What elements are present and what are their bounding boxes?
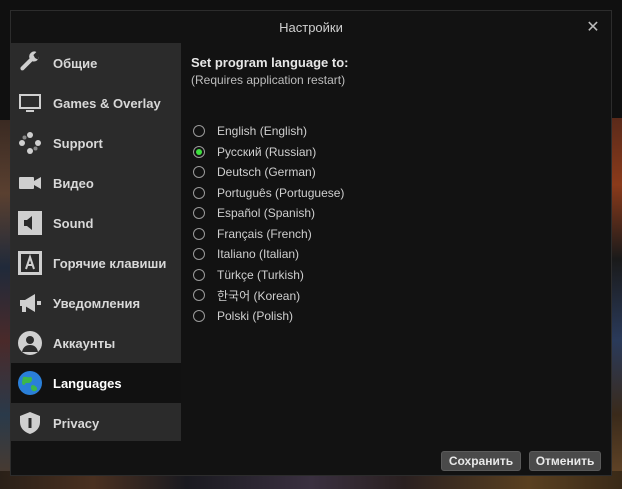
megaphone-icon [17,290,43,316]
globe-icon [17,370,43,396]
settings-dialog: Настройки ✕ Общие Games & Overlay Suppor… [10,10,612,476]
sidebar-item-general[interactable]: Общие [11,43,181,83]
sidebar-item-label: Sound [53,215,94,231]
user-icon [17,330,43,356]
dialog-title: Настройки [279,19,343,35]
radio-button[interactable] [193,186,205,199]
radio-button[interactable] [193,207,205,220]
language-option-label: 한국어 (Korean) [217,288,301,303]
language-radio-group: English (English) Русский (Russian) Deut… [193,121,344,326]
language-option-spanish[interactable]: Español (Spanish) [193,203,344,224]
close-button[interactable]: ✕ [583,17,603,37]
sidebar-item-label: Уведомления [53,295,141,311]
language-option-polish[interactable]: Polski (Polish) [193,306,344,327]
sidebar-item-sound[interactable]: Sound [11,203,181,243]
monitor-icon [17,90,43,116]
sidebar-item-label: Games & Overlay [53,95,161,111]
language-option-label: Deutsch (German) [217,165,316,180]
language-subheading: (Requires application restart) [191,73,346,87]
sidebar-item-games-overlay[interactable]: Games & Overlay [11,83,181,123]
radio-button[interactable] [193,248,205,261]
sidebar-item-label: Общие [53,55,98,71]
sidebar-item-label: Видео [53,175,94,191]
languages-panel: Set program language to: (Requires appli… [181,43,611,441]
language-option-label: Italiano (Italian) [217,247,300,262]
save-button[interactable]: Сохранить [441,451,521,471]
sidebar-item-label: Languages [53,375,122,391]
shield-icon [17,410,43,436]
speaker-icon [17,210,43,236]
language-option-turkish[interactable]: Türkçe (Turkish) [193,265,344,286]
sidebar-item-video[interactable]: Видео [11,163,181,203]
language-option-portuguese[interactable]: Português (Portuguese) [193,183,344,204]
language-option-label: Русский (Russian) [217,144,317,159]
hotkey-icon [17,250,43,276]
language-option-label: Español (Spanish) [217,206,316,221]
settings-sidebar: Общие Games & Overlay Support Видео Soun… [11,43,181,441]
radio-button[interactable] [193,166,205,179]
lifebuoy-icon [17,130,43,156]
sidebar-item-privacy[interactable]: Privacy [11,403,181,443]
sidebar-item-label: Аккаунты [53,335,116,351]
dialog-titlebar: Настройки ✕ [11,11,611,43]
sidebar-item-languages[interactable]: Languages [11,363,181,403]
language-option-label: English (English) [217,124,308,139]
sidebar-item-label: Privacy [53,415,100,431]
radio-button[interactable] [193,268,205,281]
language-option-korean[interactable]: 한국어 (Korean) [193,285,344,306]
sidebar-item-label: Горячие клавиши [53,255,167,271]
sidebar-item-accounts[interactable]: Аккаунты [11,323,181,363]
radio-button[interactable] [193,125,205,138]
radio-button-selected[interactable] [193,145,205,158]
wrench-icon [17,50,43,76]
radio-button[interactable] [193,309,205,322]
language-option-label: Türkçe (Turkish) [217,267,304,282]
video-camera-icon [17,170,43,196]
sidebar-item-hotkeys[interactable]: Горячие клавиши [11,243,181,283]
language-option-label: Français (French) [217,226,312,241]
sidebar-item-label: Support [53,135,103,151]
background-desktop-left [0,120,10,489]
language-option-german[interactable]: Deutsch (German) [193,162,344,183]
sidebar-item-support[interactable]: Support [11,123,181,163]
cancel-button[interactable]: Отменить [529,451,601,471]
language-heading: Set program language to: [191,55,349,70]
close-icon: ✕ [586,19,600,36]
sidebar-item-notifications[interactable]: Уведомления [11,283,181,323]
language-option-russian[interactable]: Русский (Russian) [193,142,344,163]
radio-button[interactable] [193,227,205,240]
radio-button[interactable] [193,289,205,302]
language-option-french[interactable]: Français (French) [193,224,344,245]
language-option-label: Polski (Polish) [217,308,294,323]
language-option-label: Português (Portuguese) [217,185,345,200]
language-option-italian[interactable]: Italiano (Italian) [193,244,344,265]
language-option-english[interactable]: English (English) [193,121,344,142]
